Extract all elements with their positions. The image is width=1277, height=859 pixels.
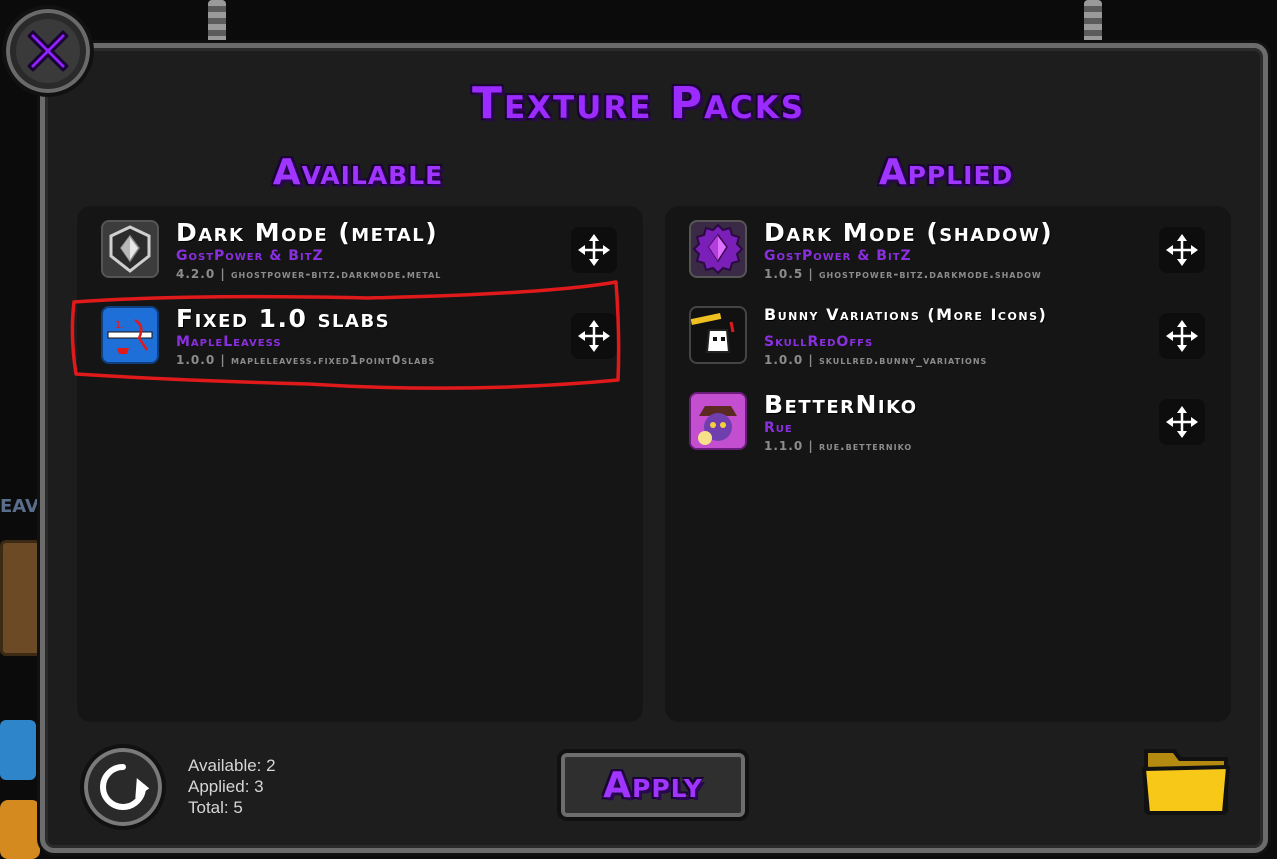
open-folder-button[interactable] — [1140, 745, 1232, 817]
close-icon — [27, 30, 69, 72]
background-fragment: EAV — [0, 496, 39, 517]
pack-version: 1.0.5 — [764, 267, 804, 281]
page-title: Texture Packs — [471, 78, 806, 129]
pack-version: 4.2.0 — [176, 267, 216, 281]
folder-icon — [1142, 749, 1230, 815]
background-fragment — [0, 540, 42, 656]
pack-version: 1.0.0 — [764, 353, 804, 367]
pack-author[interactable]: MapleLeavess — [176, 334, 282, 350]
pack-id: ghostpower-bitz.darkmode.metal — [230, 267, 442, 281]
refresh-icon — [100, 764, 150, 810]
chain-decoration — [208, 0, 226, 48]
applied-count: Applied: 3 — [188, 777, 264, 796]
meta-separator: | — [808, 267, 814, 281]
meta-separator: | — [808, 353, 814, 367]
move-arrows-icon — [578, 234, 610, 266]
metal-crystal-icon — [101, 220, 159, 278]
meta-separator: | — [220, 353, 226, 367]
move-arrows-icon — [1166, 320, 1198, 352]
pack-author[interactable]: Rue — [764, 420, 793, 436]
pack-name: Bunny Variations (More Icons) — [764, 305, 1048, 324]
pack-version: 1.1.0 — [764, 439, 804, 453]
move-button[interactable] — [571, 227, 617, 273]
available-title: Available — [272, 152, 444, 193]
apply-button[interactable]: Apply — [557, 749, 749, 821]
pack-id: rue.betterniko — [818, 439, 913, 453]
background-fragment — [0, 720, 36, 780]
pack-meta: 1.0.0 | mapleleavess.fixed1point0slabs — [176, 353, 435, 367]
chain-decoration — [1084, 0, 1102, 48]
meta-separator: | — [808, 439, 814, 453]
svg-text:1.: 1. — [115, 320, 125, 331]
pack-meta: 1.1.0 | rue.betterniko — [764, 439, 912, 453]
pack-id: ghostpower-bitz.darkmode.shadow — [818, 267, 1042, 281]
pack-author[interactable]: GostPower & BitZ — [764, 248, 912, 264]
shadow-crystal-icon — [689, 220, 747, 278]
list-item[interactable]: Dark Mode (shadow) GostPower & BitZ 1.0.… — [665, 210, 1231, 290]
pack-stats: Available: 2 Applied: 3 Total: 5 — [188, 755, 276, 818]
pack-name: BetterNiko — [764, 390, 918, 419]
niko-icon — [689, 392, 747, 450]
pack-author[interactable]: SkullRedOffs — [764, 334, 873, 350]
applied-list[interactable]: Dark Mode (shadow) GostPower & BitZ 1.0.… — [665, 206, 1231, 722]
list-item[interactable]: 1. Fixed 1.0 slabs MapleLeavess 1.0.0 | … — [77, 296, 643, 376]
pack-name: Fixed 1.0 slabs — [176, 304, 391, 333]
slabs-icon: 1. — [101, 306, 159, 364]
move-button[interactable] — [1159, 227, 1205, 273]
refresh-button[interactable] — [80, 744, 166, 830]
move-arrows-icon — [1166, 406, 1198, 438]
move-arrows-icon — [1166, 234, 1198, 266]
pack-meta: 1.0.0 | skullred.bunny_variations — [764, 353, 987, 367]
meta-separator: | — [220, 267, 226, 281]
pack-id: skullred.bunny_variations — [818, 353, 988, 367]
pack-author[interactable]: GostPower & BitZ — [176, 248, 324, 264]
pack-name: Dark Mode (shadow) — [764, 218, 1054, 247]
available-count: Available: 2 — [188, 756, 276, 775]
total-count: Total: 5 — [188, 798, 243, 817]
pack-name: Dark Mode (metal) — [176, 218, 439, 247]
background-fragment — [0, 800, 40, 859]
list-item[interactable]: Bunny Variations (More Icons) SkullRedOf… — [665, 296, 1231, 376]
move-button[interactable] — [1159, 399, 1205, 445]
available-list[interactable]: Dark Mode (metal) GostPower & BitZ 4.2.0… — [77, 206, 643, 722]
applied-title: Applied — [878, 152, 1014, 193]
list-item[interactable]: Dark Mode (metal) GostPower & BitZ 4.2.0… — [77, 210, 643, 290]
pack-version: 1.0.0 — [176, 353, 216, 367]
pack-meta: 4.2.0 | ghostpower-bitz.darkmode.metal — [176, 267, 441, 281]
pack-meta: 1.0.5 | ghostpower-bitz.darkmode.shadow — [764, 267, 1042, 281]
pack-id: mapleleavess.fixed1point0slabs — [230, 353, 436, 367]
move-button[interactable] — [1159, 313, 1205, 359]
bunny-icon — [689, 306, 747, 364]
move-button[interactable] — [571, 313, 617, 359]
list-item[interactable]: BetterNiko Rue 1.1.0 | rue.betterniko — [665, 382, 1231, 462]
move-arrows-icon — [578, 320, 610, 352]
